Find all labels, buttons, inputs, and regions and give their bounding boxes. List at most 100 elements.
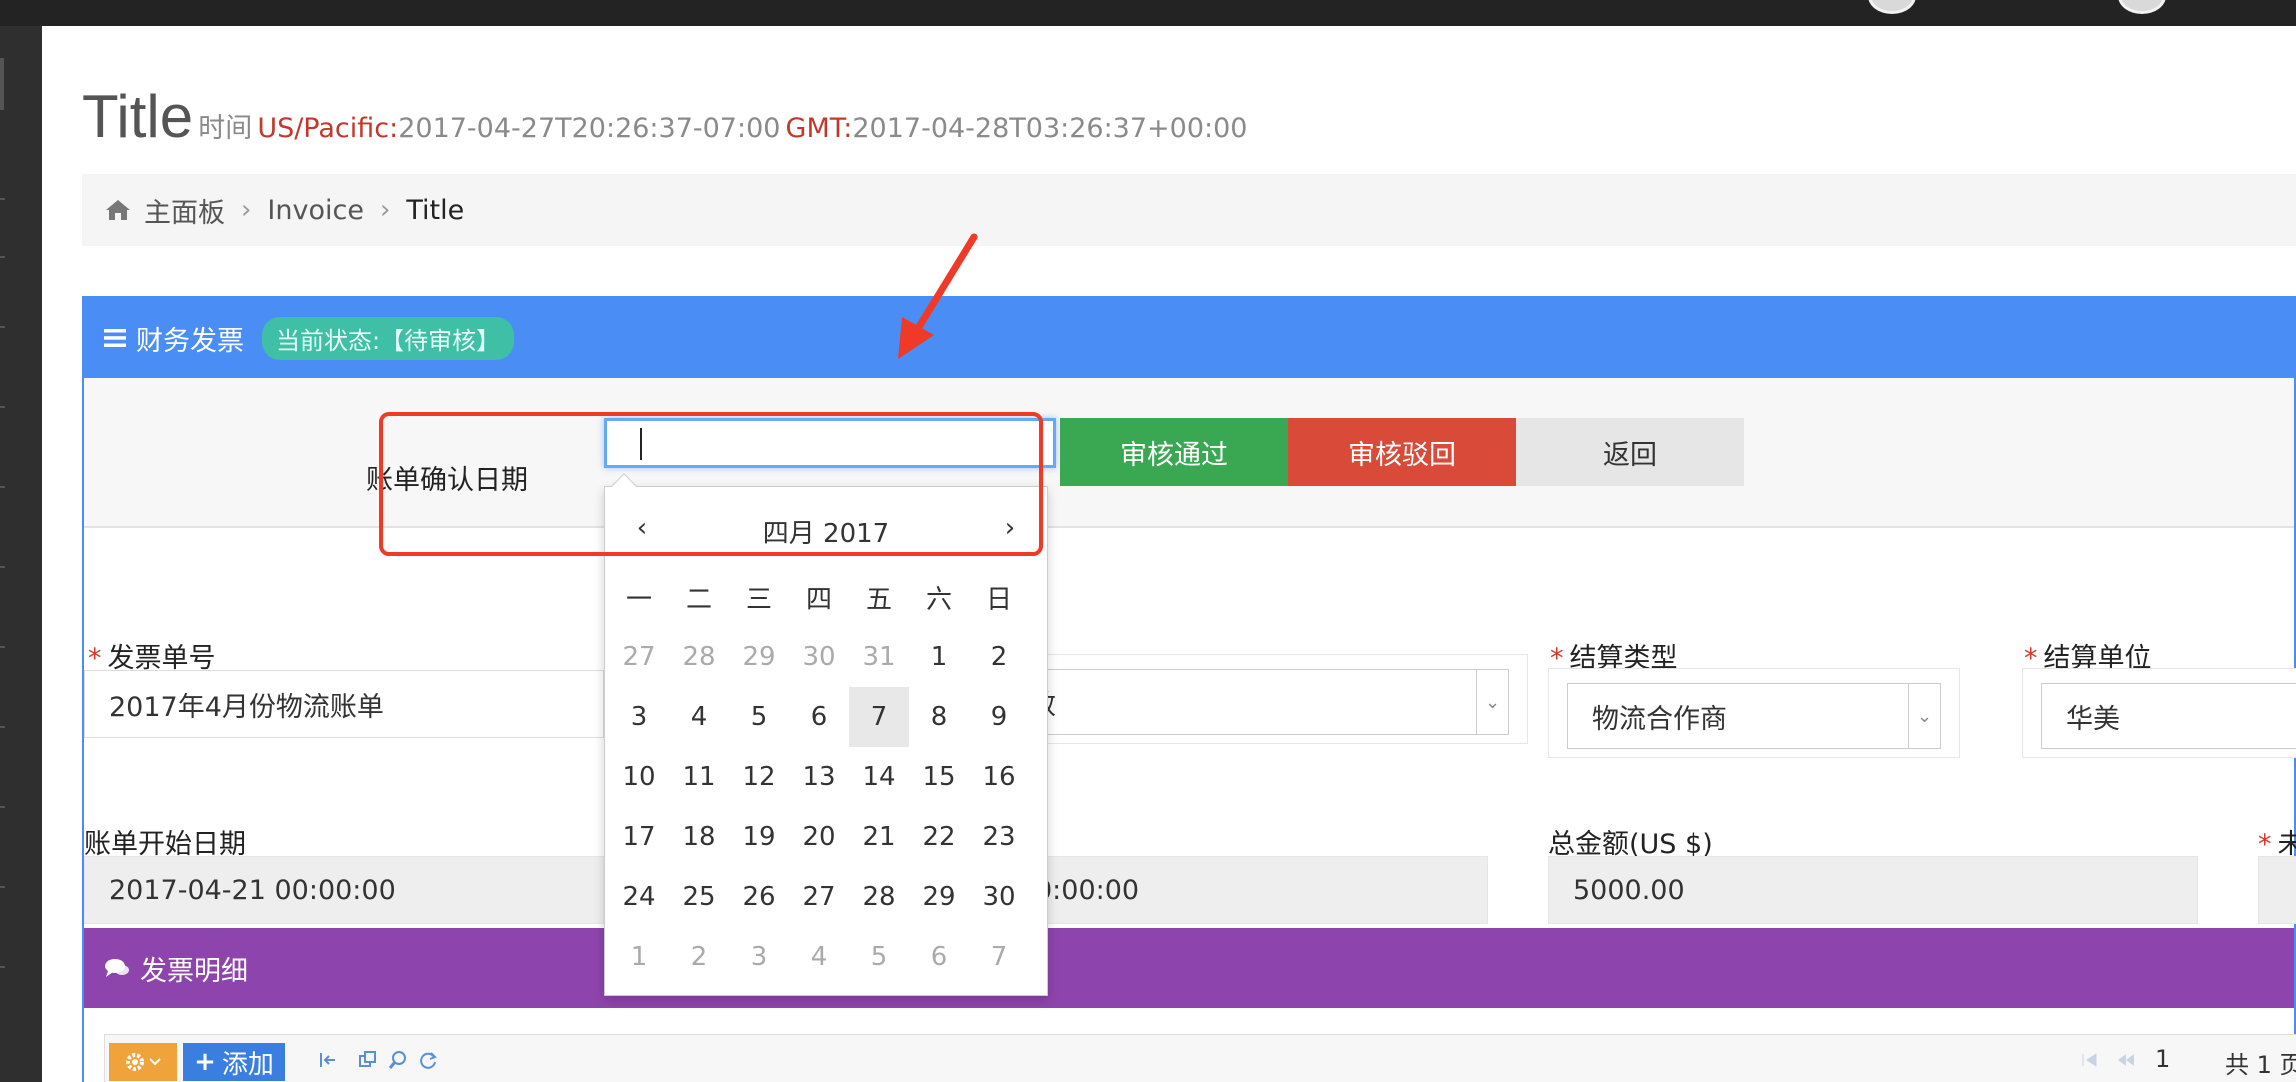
day-cell[interactable]: 7 — [969, 927, 1029, 987]
sidebar-item[interactable] — [0, 256, 5, 258]
sidebar-item[interactable] — [0, 646, 5, 648]
day-cell[interactable]: 27 — [609, 627, 669, 687]
plus-icon: + — [194, 1047, 216, 1077]
total-pages: 共 1 页 — [2225, 1051, 2296, 1079]
day-cell[interactable]: 8 — [909, 687, 969, 747]
breadcrumb-separator-icon: › — [379, 195, 391, 225]
copy-icon[interactable] — [357, 1049, 379, 1071]
page-number-input[interactable]: 1 — [2155, 1045, 2170, 1073]
sidebar-item[interactable] — [0, 326, 5, 328]
datepicker-grid: 一二三四五六日 27 28 29 30 31 1 2 3 4 5 6 7 8 9 10 11 12 13 14 15 16… — [609, 567, 1029, 987]
first-page-icon[interactable] — [2079, 1049, 2101, 1071]
approve-button[interactable]: 审核通过 — [1060, 418, 1288, 486]
day-cell[interactable]: 20 — [789, 807, 849, 867]
total-amount-field[interactable]: 5000.00 — [1548, 856, 2198, 924]
day-cell[interactable]: 28 — [849, 867, 909, 927]
day-cell[interactable]: 1 — [909, 627, 969, 687]
page-header: Title 时间 US/Pacific:2017-04-27T20:26:37-… — [82, 82, 1247, 151]
gear-button[interactable] — [109, 1043, 177, 1081]
next-month-chevron-right-icon[interactable]: › — [995, 513, 1025, 543]
day-cell[interactable]: 2 — [969, 627, 1029, 687]
settle-unit-select[interactable]: 华美 — [2041, 683, 2296, 749]
day-cell[interactable]: 5 — [849, 927, 909, 987]
avatar[interactable] — [1868, 0, 1916, 14]
day-cell[interactable]: 11 — [669, 747, 729, 807]
day-cell[interactable]: 22 — [909, 807, 969, 867]
day-cell[interactable]: 10 — [609, 747, 669, 807]
hidden-select-wrapper: 效 ⌄ — [1024, 654, 1528, 744]
day-cell[interactable]: 26 — [729, 867, 789, 927]
day-cell-today[interactable]: 7 — [849, 687, 909, 747]
back-button[interactable]: 返回 — [1516, 418, 1744, 486]
panel-header: 财务发票 当前状态:【待审核】 — [84, 298, 2294, 378]
end-date-field[interactable]: 0:00:00 — [1034, 856, 1488, 924]
avatar[interactable] — [2118, 0, 2166, 14]
day-cell[interactable]: 3 — [609, 687, 669, 747]
breadcrumb-current: Title — [406, 194, 465, 226]
bars-icon — [104, 329, 126, 347]
day-cell[interactable]: 19 — [729, 807, 789, 867]
day-cell[interactable]: 15 — [909, 747, 969, 807]
day-cell[interactable]: 9 — [969, 687, 1029, 747]
tz2-value: 2017-04-28T03:26:37+00:00 — [852, 113, 1248, 144]
day-cell[interactable]: 29 — [909, 867, 969, 927]
sidebar-item[interactable] — [0, 486, 5, 488]
day-cell[interactable]: 21 — [849, 807, 909, 867]
day-cell[interactable]: 23 — [969, 807, 1029, 867]
search-icon[interactable] — [387, 1049, 409, 1071]
first-column-icon[interactable] — [317, 1049, 339, 1071]
refresh-icon[interactable] — [417, 1049, 439, 1071]
day-cell[interactable]: 17 — [609, 807, 669, 867]
day-cell[interactable]: 29 — [729, 627, 789, 687]
sidebar-item[interactable] — [0, 726, 5, 728]
sidebar-item[interactable] — [0, 806, 5, 808]
day-cell[interactable]: 16 — [969, 747, 1029, 807]
day-cell[interactable]: 6 — [909, 927, 969, 987]
add-button[interactable]: + 添加 — [183, 1043, 285, 1081]
day-cell[interactable]: 1 — [609, 927, 669, 987]
sidebar-selected-marker — [0, 58, 4, 110]
weekday-header: 二 — [685, 584, 712, 615]
tz2-label: GMT: — [785, 113, 853, 144]
home-icon — [106, 200, 130, 220]
day-cell[interactable]: 24 — [609, 867, 669, 927]
sidebar-item[interactable] — [0, 198, 5, 200]
invoice-no-field[interactable]: 2017年4月份物流账单 — [84, 670, 604, 738]
day-cell[interactable]: 14 — [849, 747, 909, 807]
day-cell[interactable]: 5 — [729, 687, 789, 747]
hidden-select[interactable]: 效 ⌄ — [1024, 669, 1509, 735]
time-label: 时间 — [198, 113, 253, 144]
text-cursor — [640, 428, 642, 460]
day-cell[interactable]: 31 — [849, 627, 909, 687]
sidebar-item[interactable] — [0, 566, 5, 568]
breadcrumb-home[interactable]: 主面板 — [144, 191, 225, 230]
day-cell[interactable]: 27 — [789, 867, 849, 927]
day-cell[interactable]: 3 — [729, 927, 789, 987]
prev-page-icon[interactable] — [2115, 1049, 2137, 1071]
datepicker-month-title[interactable]: 四月 2017 — [605, 513, 1047, 550]
unallocated-field[interactable] — [2258, 856, 2296, 924]
day-cell[interactable]: 28 — [669, 627, 729, 687]
day-cell[interactable]: 18 — [669, 807, 729, 867]
day-cell[interactable]: 4 — [669, 687, 729, 747]
breadcrumb-parent[interactable]: Invoice — [267, 195, 364, 226]
confirm-date-label: 账单确认日期 — [366, 465, 528, 496]
tz1-value: 2017-04-27T20:26:37-07:00 — [398, 113, 781, 144]
day-cell[interactable]: 25 — [669, 867, 729, 927]
settle-type-select[interactable]: 物流合作商 ⌄ — [1567, 683, 1941, 749]
day-cell[interactable]: 30 — [969, 867, 1029, 927]
day-cell[interactable]: 4 — [789, 927, 849, 987]
day-cell[interactable]: 30 — [789, 627, 849, 687]
day-cell[interactable]: 12 — [729, 747, 789, 807]
day-cell[interactable]: 6 — [789, 687, 849, 747]
sidebar-item[interactable] — [0, 406, 5, 408]
reject-button[interactable]: 审核驳回 — [1288, 418, 1516, 486]
day-cell[interactable]: 13 — [789, 747, 849, 807]
start-date-field[interactable]: 2017-04-21 00:00:00 — [84, 856, 604, 924]
sidebar-item[interactable] — [0, 886, 5, 888]
breadcrumb-separator-icon: › — [241, 195, 252, 225]
day-cell[interactable]: 2 — [669, 927, 729, 987]
sidebar-item[interactable] — [0, 966, 5, 968]
confirm-date-input[interactable] — [604, 418, 1056, 468]
weekday-header: 三 — [745, 584, 772, 615]
